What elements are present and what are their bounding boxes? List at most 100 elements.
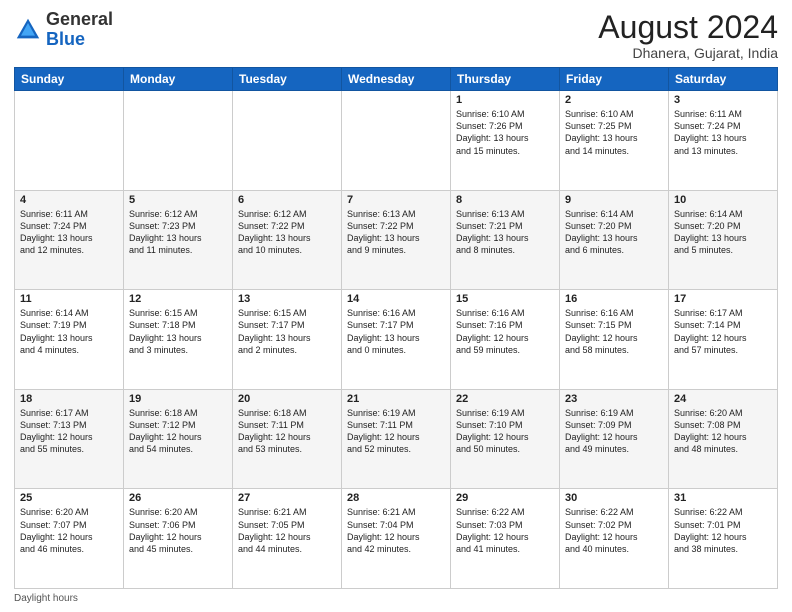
header: General Blue August 2024 Dhanera, Gujara… <box>14 10 778 61</box>
table-row: 17Sunrise: 6:17 AM Sunset: 7:14 PM Dayli… <box>669 290 778 390</box>
logo-text: General Blue <box>46 10 113 50</box>
table-row: 9 Sunrise: 6:14 AM Sunset: 7:20 PM Daylig… <box>560 190 669 290</box>
day-info: Sunrise: 6:16 AM Sunset: 7:16 PM Dayligh… <box>456 307 554 356</box>
table-row: 29Sunrise: 6:22 AM Sunset: 7:03 PM Dayli… <box>451 489 560 589</box>
table-row: 20 Sunrise: 6:18 AM Sunset: 7:11 PM Dayli… <box>233 389 342 489</box>
table-row: 10 Sunrise: 6:14 AM Sunset: 7:20 PM Dayli… <box>669 190 778 290</box>
header-row: Sunday Monday Tuesday Wednesday Thursday… <box>15 68 778 91</box>
table-row: 8 Sunrise: 6:13 AM Sunset: 7:21 PM Daylig… <box>451 190 560 290</box>
day-info: Sunrise: 6:14 AM Sunset: 7:20 PM Dayligh… <box>565 208 663 257</box>
day-number: 22 <box>456 393 554 405</box>
day-number: 16 <box>565 293 663 305</box>
table-row: 28 Sunrise: 6:21 AM Sunset: 7:04 PM Dayli… <box>342 489 451 589</box>
day-number: 4 <box>20 194 118 206</box>
table-row: 11Sunrise: 6:14 AM Sunset: 7:19 PM Dayli… <box>15 290 124 390</box>
day-number: 19 <box>129 393 227 405</box>
table-row: 23 Sunrise: 6:19 AM Sunset: 7:09 PM Dayli… <box>560 389 669 489</box>
calendar: Sunday Monday Tuesday Wednesday Thursday… <box>14 67 778 589</box>
day-info: Sunrise: 6:21 AM Sunset: 7:05 PM Dayligh… <box>238 506 336 555</box>
day-number: 15 <box>456 293 554 305</box>
day-info: Sunrise: 6:22 AM Sunset: 7:01 PM Dayligh… <box>674 506 772 555</box>
table-row: 19 Sunrise: 6:18 AM Sunset: 7:12 PM Dayli… <box>124 389 233 489</box>
logo-icon <box>14 16 42 44</box>
table-row <box>124 91 233 191</box>
day-info: Sunrise: 6:10 AM Sunset: 7:26 PM Dayligh… <box>456 108 554 157</box>
day-info: Sunrise: 6:13 AM Sunset: 7:21 PM Dayligh… <box>456 208 554 257</box>
table-row: 24Sunrise: 6:20 AM Sunset: 7:08 PM Dayli… <box>669 389 778 489</box>
day-info: Sunrise: 6:21 AM Sunset: 7:04 PM Dayligh… <box>347 506 445 555</box>
table-row: 31 Sunrise: 6:22 AM Sunset: 7:01 PM Dayli… <box>669 489 778 589</box>
day-info: Sunrise: 6:18 AM Sunset: 7:11 PM Dayligh… <box>238 407 336 456</box>
day-number: 21 <box>347 393 445 405</box>
col-friday: Friday <box>560 68 669 91</box>
day-number: 9 <box>565 194 663 206</box>
table-row: 18Sunrise: 6:17 AM Sunset: 7:13 PM Dayli… <box>15 389 124 489</box>
table-row: 26 Sunrise: 6:20 AM Sunset: 7:06 PM Dayli… <box>124 489 233 589</box>
logo: General Blue <box>14 10 113 50</box>
table-row: 5 Sunrise: 6:12 AM Sunset: 7:23 PM Daylig… <box>124 190 233 290</box>
table-row: 27 Sunrise: 6:21 AM Sunset: 7:05 PM Dayli… <box>233 489 342 589</box>
day-info: Sunrise: 6:17 AM Sunset: 7:13 PM Dayligh… <box>20 407 118 456</box>
day-info: Sunrise: 6:20 AM Sunset: 7:06 PM Dayligh… <box>129 506 227 555</box>
table-row: 7Sunrise: 6:13 AM Sunset: 7:22 PM Daylig… <box>342 190 451 290</box>
day-number: 25 <box>20 492 118 504</box>
day-info: Sunrise: 6:11 AM Sunset: 7:24 PM Dayligh… <box>674 108 772 157</box>
day-info: Sunrise: 6:10 AM Sunset: 7:25 PM Dayligh… <box>565 108 663 157</box>
month-year: August 2024 <box>598 10 778 45</box>
day-number: 14 <box>347 293 445 305</box>
day-info: Sunrise: 6:20 AM Sunset: 7:07 PM Dayligh… <box>20 506 118 555</box>
col-monday: Monday <box>124 68 233 91</box>
table-row: 4 Sunrise: 6:11 AM Sunset: 7:24 PM Daylig… <box>15 190 124 290</box>
table-row: 13 Sunrise: 6:15 AM Sunset: 7:17 PM Dayli… <box>233 290 342 390</box>
table-row: 15 Sunrise: 6:16 AM Sunset: 7:16 PM Dayli… <box>451 290 560 390</box>
day-info: Sunrise: 6:11 AM Sunset: 7:24 PM Dayligh… <box>20 208 118 257</box>
day-number: 11 <box>20 293 118 305</box>
col-sunday: Sunday <box>15 68 124 91</box>
table-row: 21 Sunrise: 6:19 AM Sunset: 7:11 PM Dayli… <box>342 389 451 489</box>
day-number: 26 <box>129 492 227 504</box>
day-info: Sunrise: 6:19 AM Sunset: 7:11 PM Dayligh… <box>347 407 445 456</box>
table-row: 6Sunrise: 6:12 AM Sunset: 7:22 PM Daylig… <box>233 190 342 290</box>
day-number: 28 <box>347 492 445 504</box>
day-info: Sunrise: 6:18 AM Sunset: 7:12 PM Dayligh… <box>129 407 227 456</box>
week-row-4: 25 Sunrise: 6:20 AM Sunset: 7:07 PM Dayli… <box>15 489 778 589</box>
day-info: Sunrise: 6:12 AM Sunset: 7:23 PM Dayligh… <box>129 208 227 257</box>
day-number: 5 <box>129 194 227 206</box>
table-row: 30 Sunrise: 6:22 AM Sunset: 7:02 PM Dayli… <box>560 489 669 589</box>
day-number: 30 <box>565 492 663 504</box>
day-info: Sunrise: 6:19 AM Sunset: 7:10 PM Dayligh… <box>456 407 554 456</box>
table-row: 14 Sunrise: 6:16 AM Sunset: 7:17 PM Dayli… <box>342 290 451 390</box>
footer: Daylight hours <box>14 593 778 604</box>
week-row-1: 4 Sunrise: 6:11 AM Sunset: 7:24 PM Daylig… <box>15 190 778 290</box>
logo-general: General <box>46 9 113 29</box>
week-row-2: 11Sunrise: 6:14 AM Sunset: 7:19 PM Dayli… <box>15 290 778 390</box>
day-number: 23 <box>565 393 663 405</box>
day-info: Sunrise: 6:14 AM Sunset: 7:20 PM Dayligh… <box>674 208 772 257</box>
day-info: Sunrise: 6:16 AM Sunset: 7:15 PM Dayligh… <box>565 307 663 356</box>
calendar-header: Sunday Monday Tuesday Wednesday Thursday… <box>15 68 778 91</box>
day-info: Sunrise: 6:16 AM Sunset: 7:17 PM Dayligh… <box>347 307 445 356</box>
day-info: Sunrise: 6:13 AM Sunset: 7:22 PM Dayligh… <box>347 208 445 257</box>
col-tuesday: Tuesday <box>233 68 342 91</box>
day-info: Sunrise: 6:15 AM Sunset: 7:17 PM Dayligh… <box>238 307 336 356</box>
table-row: 2Sunrise: 6:10 AM Sunset: 7:25 PM Daylig… <box>560 91 669 191</box>
day-number: 24 <box>674 393 772 405</box>
page: General Blue August 2024 Dhanera, Gujara… <box>0 0 792 612</box>
day-number: 1 <box>456 94 554 106</box>
col-wednesday: Wednesday <box>342 68 451 91</box>
day-number: 20 <box>238 393 336 405</box>
table-row: 3Sunrise: 6:11 AM Sunset: 7:24 PM Daylig… <box>669 91 778 191</box>
day-info: Sunrise: 6:19 AM Sunset: 7:09 PM Dayligh… <box>565 407 663 456</box>
day-number: 8 <box>456 194 554 206</box>
day-number: 10 <box>674 194 772 206</box>
table-row: 16 Sunrise: 6:16 AM Sunset: 7:15 PM Dayli… <box>560 290 669 390</box>
day-number: 31 <box>674 492 772 504</box>
table-row: 12Sunrise: 6:15 AM Sunset: 7:18 PM Dayli… <box>124 290 233 390</box>
day-info: Sunrise: 6:22 AM Sunset: 7:02 PM Dayligh… <box>565 506 663 555</box>
week-row-3: 18Sunrise: 6:17 AM Sunset: 7:13 PM Dayli… <box>15 389 778 489</box>
table-row <box>342 91 451 191</box>
day-number: 13 <box>238 293 336 305</box>
location: Dhanera, Gujarat, India <box>598 45 778 61</box>
day-number: 12 <box>129 293 227 305</box>
day-number: 27 <box>238 492 336 504</box>
